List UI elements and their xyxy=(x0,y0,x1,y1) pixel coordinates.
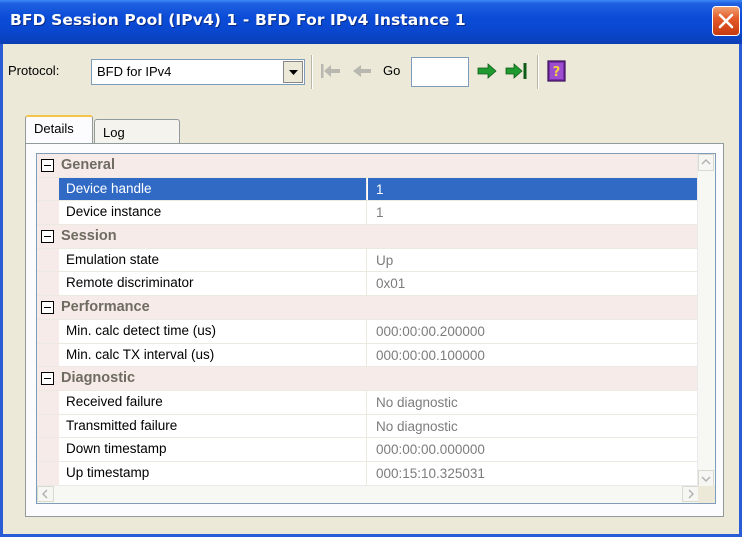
property-value[interactable]: 000:15:10.325031 xyxy=(368,462,699,485)
category-label: General xyxy=(61,157,115,173)
category-row[interactable]: Performance xyxy=(37,296,699,320)
row-gutter xyxy=(37,343,59,367)
property-value[interactable]: 1 xyxy=(368,201,699,224)
row-gutter xyxy=(37,201,59,225)
protocol-label: Protocol: xyxy=(8,63,60,78)
vertical-scrollbar[interactable] xyxy=(697,154,715,487)
property-value[interactable]: 1 xyxy=(368,177,699,201)
protocol-dropdown[interactable]: BFD for IPv4 xyxy=(91,59,305,85)
property-name[interactable]: Down timestamp xyxy=(59,438,367,461)
row-gutter xyxy=(37,390,59,414)
row-gutter xyxy=(37,248,59,272)
category-row[interactable]: Session xyxy=(37,225,699,249)
property-row[interactable]: Emulation state Up xyxy=(37,248,699,273)
chevron-down-icon xyxy=(701,476,711,482)
property-grid-rows: General Device handle 1 Device instance 1 Ses… xyxy=(37,154,699,486)
category-label: Diagnostic xyxy=(61,370,136,387)
previous-record-icon[interactable] xyxy=(352,62,372,80)
property-name[interactable]: Min. calc detect time (us) xyxy=(59,319,367,343)
property-row[interactable]: Transmitted failure No diagnostic xyxy=(37,414,699,439)
scroll-down-button[interactable] xyxy=(698,470,714,487)
category-row[interactable]: General xyxy=(37,154,699,178)
property-value[interactable]: No diagnostic xyxy=(368,391,699,414)
row-gutter xyxy=(37,177,59,201)
property-name[interactable]: Min. calc TX interval (us) xyxy=(59,343,367,367)
row-gutter xyxy=(37,438,59,461)
protocol-dropdown-button[interactable] xyxy=(283,61,303,83)
property-row[interactable]: Received failure No diagnostic xyxy=(37,390,699,415)
property-row[interactable]: Down timestamp 000:00:00.000000 xyxy=(37,438,699,462)
row-gutter xyxy=(37,272,59,296)
category-row[interactable]: Diagnostic xyxy=(37,367,699,391)
property-name[interactable]: Received failure xyxy=(59,390,367,414)
tab-log-label: Log xyxy=(103,125,125,140)
collapse-icon[interactable] xyxy=(41,301,54,315)
chevron-down-icon xyxy=(289,70,298,75)
property-name[interactable]: Transmitted failure xyxy=(59,414,367,438)
property-value[interactable]: 000:00:00.100000 xyxy=(368,344,699,367)
property-value[interactable]: 000:00:00.200000 xyxy=(368,320,699,343)
go-label: Go xyxy=(383,63,401,78)
help-book-icon[interactable]: ? xyxy=(546,59,568,83)
category-label: Session xyxy=(61,228,117,245)
property-row[interactable]: Min. calc TX interval (us) 000:00:00.1000… xyxy=(37,343,699,368)
property-value[interactable]: 0x01 xyxy=(368,272,699,295)
next-record-icon[interactable] xyxy=(477,61,497,81)
scroll-left-button[interactable] xyxy=(37,486,54,502)
property-row[interactable]: Remote discriminator 0x01 xyxy=(37,272,699,297)
title-bar[interactable]: BFD Session Pool (IPv4) 1 - BFD For IPv4… xyxy=(0,0,742,44)
protocol-selected-value: BFD for IPv4 xyxy=(97,64,172,79)
tab-details[interactable]: Details xyxy=(25,115,93,145)
go-record-input[interactable] xyxy=(411,57,469,87)
property-grid: General Device handle 1 Device instance 1 Ses… xyxy=(36,153,716,504)
property-row[interactable]: Up timestamp 000:15:10.325031 xyxy=(37,461,699,486)
chevron-left-icon xyxy=(42,489,48,499)
property-value[interactable]: Up xyxy=(368,249,699,272)
first-record-icon[interactable] xyxy=(320,62,342,80)
window-title: BFD Session Pool (IPv4) 1 - BFD For IPv4… xyxy=(10,11,466,29)
category-label: Performance xyxy=(61,299,150,316)
property-row[interactable]: Device instance 1 xyxy=(37,201,699,226)
toolbar-separator xyxy=(311,55,313,89)
close-icon xyxy=(718,13,734,29)
toolbar: Protocol: BFD for IPv4 Go ? xyxy=(3,44,739,106)
property-name[interactable]: Up timestamp xyxy=(59,461,367,485)
toolbar-separator xyxy=(537,55,539,89)
tab-log[interactable]: Log xyxy=(94,119,180,144)
property-row[interactable]: Min. calc detect time (us) 000:00:00.2000… xyxy=(37,319,699,344)
row-gutter xyxy=(37,414,59,438)
close-button[interactable] xyxy=(712,6,740,36)
property-value[interactable]: 000:00:00.000000 xyxy=(368,438,699,461)
property-name[interactable]: Remote discriminator xyxy=(59,272,367,296)
collapse-icon[interactable] xyxy=(41,230,54,244)
scrollbar-corner xyxy=(698,486,715,503)
property-name[interactable]: Device handle xyxy=(59,177,367,201)
row-gutter xyxy=(37,319,59,343)
scroll-up-button[interactable] xyxy=(698,154,714,171)
tab-details-label: Details xyxy=(34,121,74,136)
row-gutter xyxy=(37,461,59,485)
collapse-icon[interactable] xyxy=(41,372,54,386)
property-name[interactable]: Emulation state xyxy=(59,248,367,272)
details-panel: General Device handle 1 Device instance 1 Ses… xyxy=(25,143,724,517)
svg-text:?: ? xyxy=(553,65,561,80)
property-value[interactable]: No diagnostic xyxy=(368,415,699,438)
session-pool-window: BFD Session Pool (IPv4) 1 - BFD For IPv4… xyxy=(0,0,742,537)
horizontal-scrollbar[interactable] xyxy=(37,485,699,503)
scroll-right-button[interactable] xyxy=(682,486,699,502)
chevron-up-icon xyxy=(701,159,711,165)
property-row[interactable]: Device handle 1 xyxy=(37,177,699,202)
property-name[interactable]: Device instance xyxy=(59,201,367,225)
last-record-icon[interactable] xyxy=(505,61,529,81)
chevron-right-icon xyxy=(688,489,694,499)
collapse-icon[interactable] xyxy=(41,159,54,172)
